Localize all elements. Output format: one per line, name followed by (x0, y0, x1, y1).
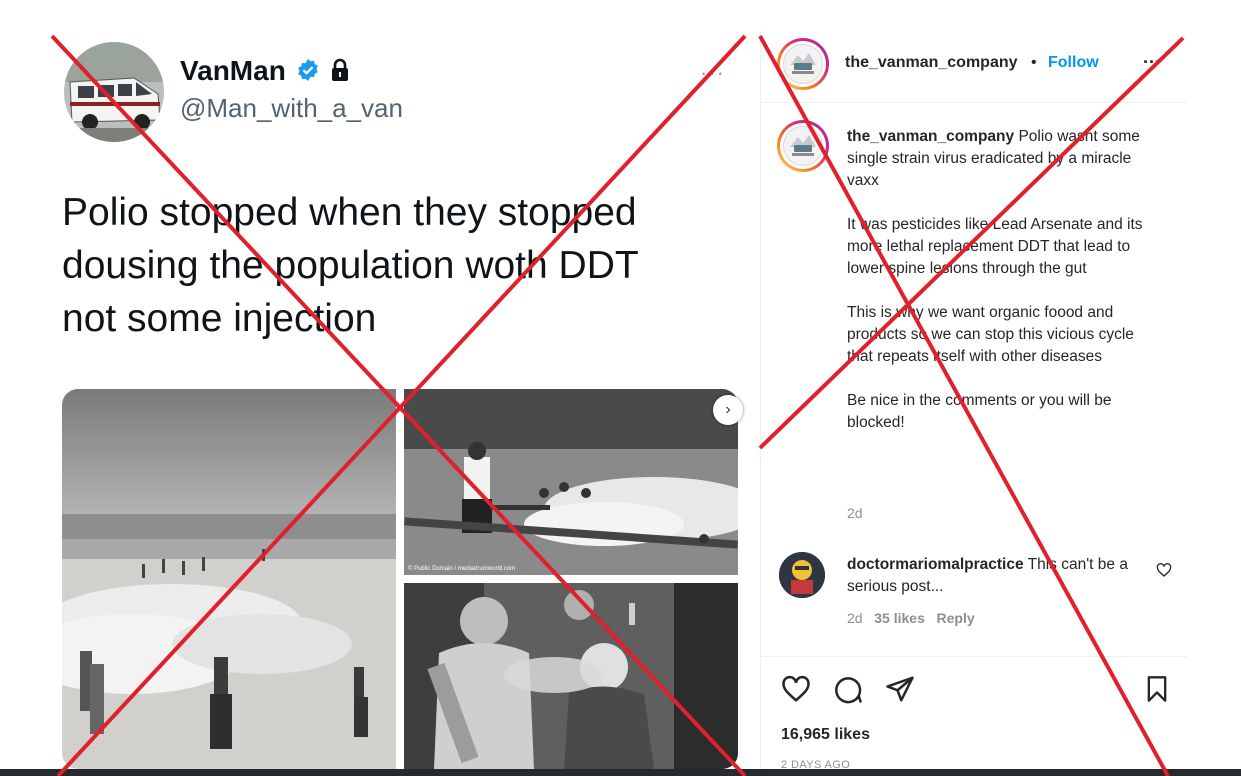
lock-icon (332, 58, 348, 81)
comment-likes[interactable]: 35 likes (874, 610, 925, 626)
comment-icon[interactable] (833, 674, 863, 704)
post-caption: the_vanman_company Polio wasnt some sing… (847, 126, 1157, 456)
likes-count[interactable]: 16,965 likes (781, 726, 870, 744)
pool-spraying-photo[interactable]: © Public Domain / mediadrumworld.com (404, 389, 738, 575)
actions-divider (761, 656, 1187, 657)
vanman-logo-icon (783, 126, 823, 166)
comment-like-heart-icon[interactable] (1156, 562, 1172, 578)
tweet-handle[interactable]: @Man_with_a_van (180, 93, 403, 124)
image-credit: © Public Domain / mediadrumworld.com (408, 566, 516, 572)
tweet-media-grid[interactable]: © Public Domain / mediadrumworld.com (62, 389, 738, 769)
instagram-post-panel: the_vanman_company • Follow ··· the_vanm… (760, 30, 1187, 776)
next-chevron-icon[interactable]: › (713, 395, 743, 425)
profile-avatar[interactable] (777, 38, 829, 90)
comment-time[interactable]: 2d (847, 610, 863, 626)
more-options-icon[interactable]: ··· (1143, 52, 1161, 73)
caption-username[interactable]: the_vanman_company (847, 128, 1014, 145)
share-icon[interactable] (885, 674, 915, 704)
comment-meta: 2d 35 likes Reply (847, 610, 975, 626)
heart-icon[interactable] (781, 674, 811, 704)
van-photo (64, 42, 164, 142)
comment-username[interactable]: doctormariomalpractice (847, 556, 1024, 573)
tweet-text: Polio stopped when they stopped dousing … (62, 191, 638, 340)
post-username[interactable]: the_vanman_company (845, 54, 1018, 72)
caption-para2: It was pesticides like Lead Arsenate and… (847, 216, 1143, 277)
tweet-card: VanMan @Man_with_a_van ··· Polio stopped… (0, 0, 760, 776)
tweet-avatar[interactable] (64, 42, 164, 142)
beach-spraying-photo[interactable] (62, 389, 396, 769)
child-spraying-photo[interactable] (404, 583, 738, 769)
verified-badge-icon (298, 59, 318, 81)
bookmark-icon[interactable] (1143, 674, 1171, 704)
caption-timestamp[interactable]: 2d (847, 505, 863, 521)
more-icon[interactable]: ··· (700, 60, 725, 86)
caption-para3: This is why we want organic foood and pr… (847, 304, 1134, 365)
separator-dot: • (1031, 54, 1037, 71)
post-header: the_vanman_company • Follow ··· (761, 30, 1187, 103)
follow-button[interactable]: Follow (1048, 54, 1099, 72)
comment-reply-button[interactable]: Reply (937, 610, 975, 626)
commenter-avatar[interactable] (779, 552, 825, 598)
bottom-edge-bar (0, 769, 1241, 776)
comment-text: doctormariomalpractice This can't be a s… (847, 554, 1137, 598)
vanman-logo-icon (783, 44, 823, 84)
tweet-display-name[interactable]: VanMan (180, 55, 286, 87)
caption-para4: Be nice in the comments or you will be b… (847, 392, 1112, 431)
caption-avatar[interactable] (777, 120, 829, 172)
